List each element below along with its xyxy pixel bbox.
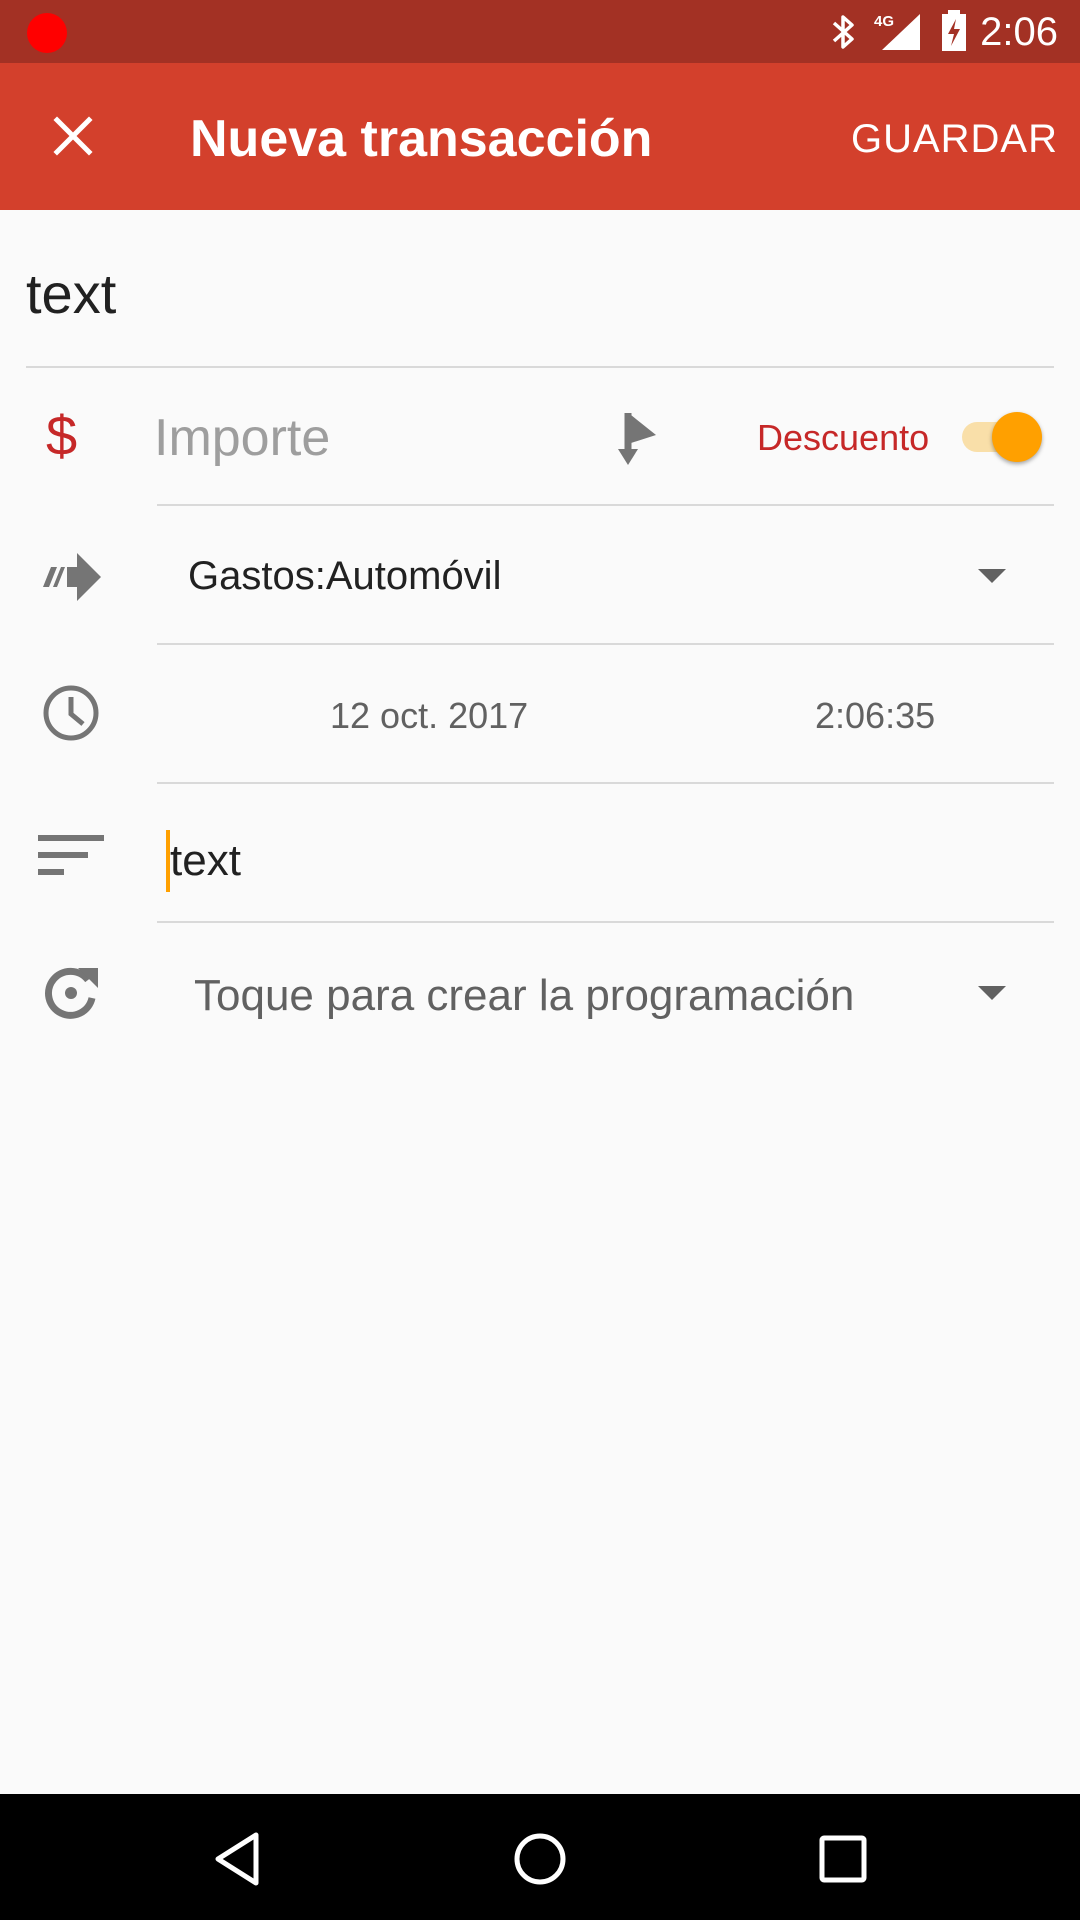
record-dot-icon <box>27 13 67 53</box>
schedule-select[interactable]: Toque para crear la programación <box>194 970 854 1022</box>
close-icon <box>53 116 93 156</box>
divider <box>26 366 1054 368</box>
chevron-down-icon[interactable] <box>978 986 1006 1000</box>
account-select[interactable]: Gastos:Automóvil <box>188 552 501 600</box>
amount-input[interactable]: Importe <box>154 406 330 470</box>
recents-icon <box>819 1835 867 1883</box>
bluetooth-icon <box>830 12 858 57</box>
split-icon <box>618 413 656 465</box>
save-button[interactable]: GUARDAR <box>851 115 1058 163</box>
notes-text: text <box>170 836 241 885</box>
switch-thumb <box>992 412 1042 462</box>
divider <box>157 504 1054 506</box>
home-icon <box>514 1833 566 1885</box>
discount-label: Descuento <box>757 417 930 458</box>
notes-icon <box>34 820 108 890</box>
back-button[interactable] <box>202 1824 272 1894</box>
clock-icon <box>38 680 104 746</box>
split-button[interactable] <box>612 404 668 474</box>
network-type-label: 4G <box>874 13 894 30</box>
page-title: Nueva transacción <box>190 110 653 168</box>
description-input[interactable]: text <box>26 262 116 326</box>
home-button[interactable] <box>505 1824 575 1894</box>
chevron-down-icon[interactable] <box>978 569 1006 583</box>
navigation-bar <box>0 1794 1080 1920</box>
signal-icon: 4G <box>874 10 922 57</box>
divider <box>157 782 1054 784</box>
close-button[interactable] <box>40 103 106 169</box>
recents-button[interactable] <box>808 1824 878 1894</box>
divider <box>157 643 1054 645</box>
time-picker[interactable]: 2:06:35 <box>815 694 935 738</box>
currency-symbol: $ <box>46 404 78 467</box>
back-icon <box>215 1832 259 1886</box>
transfer-arrow-icon <box>36 542 106 612</box>
divider <box>157 921 1054 923</box>
status-bar: 4G 2:06 <box>0 0 1080 63</box>
status-time: 2:06 <box>980 10 1058 54</box>
notes-input[interactable]: text <box>166 830 241 892</box>
battery-charging-icon <box>940 10 968 57</box>
discount-switch[interactable] <box>960 408 1044 464</box>
repeat-icon <box>38 960 104 1026</box>
app-bar: Nueva transacción GUARDAR <box>0 63 1080 210</box>
date-picker[interactable]: 12 oct. 2017 <box>330 694 528 738</box>
